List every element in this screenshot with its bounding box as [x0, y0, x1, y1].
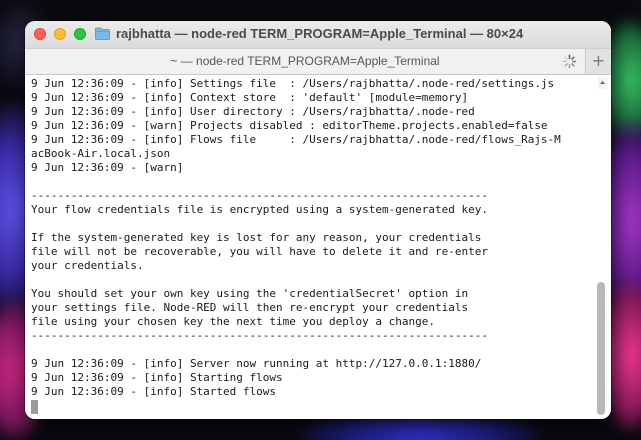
tab-node-red[interactable]: ~ — node-red TERM_PROGRAM=Apple_Terminal	[25, 49, 586, 74]
terminal-line: your settings file. Node-RED will then r…	[31, 301, 469, 314]
terminal-lines: 9 Jun 12:36:09 - [info] Settings file : …	[31, 77, 561, 399]
terminal-line: You should set your own key using the 'c…	[31, 287, 469, 300]
title-bar[interactable]: rajbhatta — node-red TERM_PROGRAM=Apple_…	[25, 21, 611, 49]
maximize-button[interactable]	[74, 28, 86, 40]
terminal-line: acBook-Air.local.json	[31, 147, 171, 160]
terminal-line: 9 Jun 12:36:09 - [info] Started flows	[31, 385, 277, 398]
terminal-line: 9 Jun 12:36:09 - [info] Flows file : /Us…	[31, 133, 561, 146]
terminal-line: 9 Jun 12:36:09 - [warn] Projects disable…	[31, 119, 548, 132]
terminal-line: 9 Jun 12:36:09 - [info] Settings file : …	[31, 77, 555, 90]
text-cursor	[31, 400, 38, 414]
terminal-line: Your flow credentials file is encrypted …	[31, 203, 488, 216]
minimize-button[interactable]	[54, 28, 66, 40]
terminal-line: your credentials.	[31, 259, 144, 272]
terminal-line: file will not be recoverable, you will h…	[31, 245, 488, 258]
terminal-line: 9 Jun 12:36:09 - [info] Starting flows	[31, 371, 283, 384]
scrollbar-thumb[interactable]	[597, 282, 605, 415]
window-title: rajbhatta — node-red TERM_PROGRAM=Apple_…	[116, 26, 524, 41]
new-tab-button[interactable]: +	[586, 49, 611, 74]
tab-title: ~ — node-red TERM_PROGRAM=Apple_Terminal	[170, 54, 440, 68]
terminal-line: ----------------------------------------…	[31, 329, 488, 342]
folder-icon	[95, 27, 110, 40]
terminal-line: file using your chosen key the next time…	[31, 315, 435, 328]
scroll-up-arrow-icon[interactable]	[598, 77, 607, 89]
close-button[interactable]	[34, 28, 46, 40]
terminal-line: 9 Jun 12:36:09 - [info] Server now runni…	[31, 357, 482, 370]
tab-bar: ~ — node-red TERM_PROGRAM=Apple_Terminal…	[25, 49, 611, 75]
terminal-window: rajbhatta — node-red TERM_PROGRAM=Apple_…	[25, 21, 611, 419]
terminal-output[interactable]: 9 Jun 12:36:09 - [info] Settings file : …	[25, 75, 611, 419]
terminal-line: ----------------------------------------…	[31, 189, 488, 202]
terminal-line: 9 Jun 12:36:09 - [info] Context store : …	[31, 91, 469, 104]
terminal-line: If the system-generated key is lost for …	[31, 231, 482, 244]
progress-spinner-icon	[562, 54, 577, 69]
terminal-line: 9 Jun 12:36:09 - [info] User directory :…	[31, 105, 475, 118]
terminal-line: 9 Jun 12:36:09 - [warn]	[31, 161, 184, 174]
